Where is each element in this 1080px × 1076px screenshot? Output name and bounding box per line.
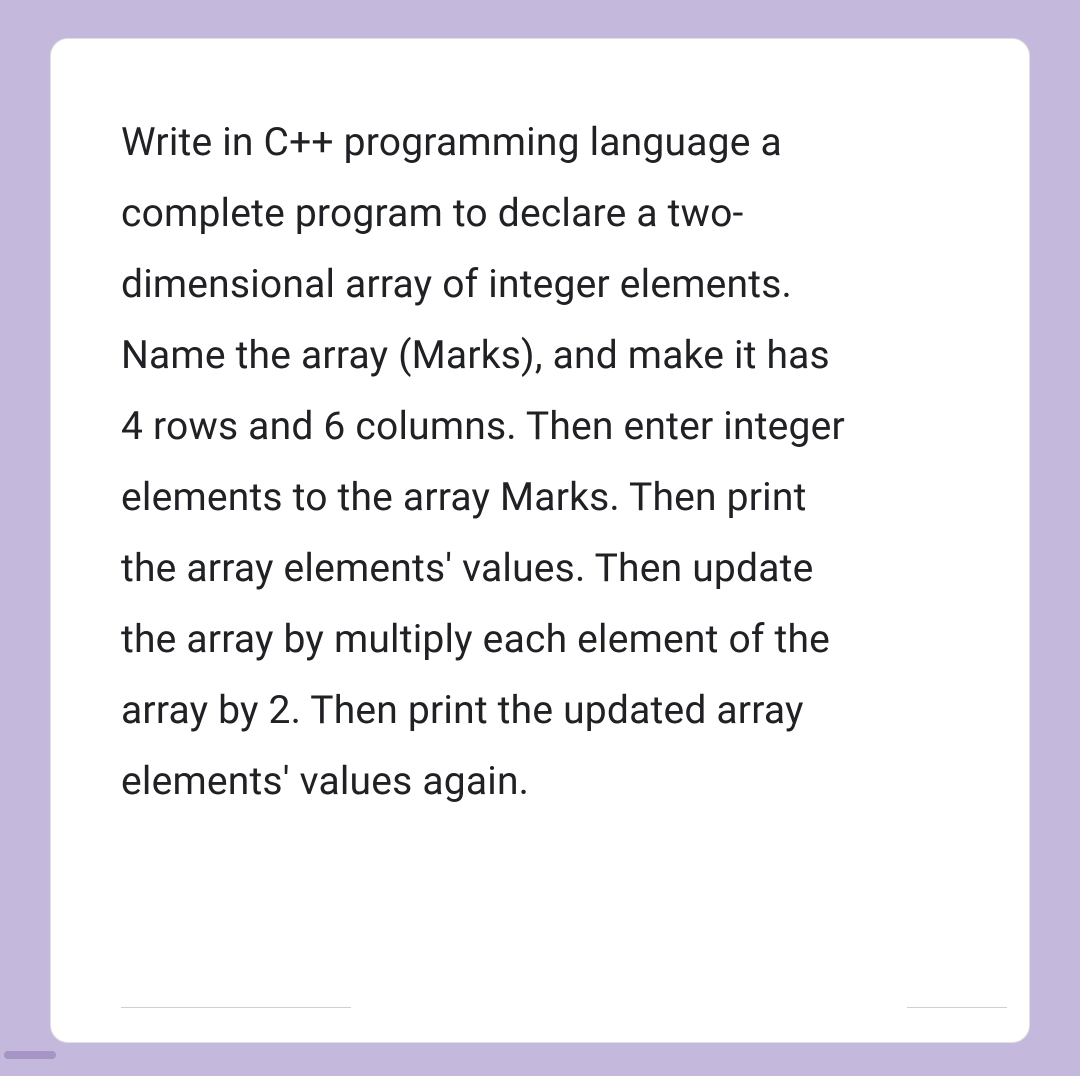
answer-underline-right — [907, 1007, 1007, 1008]
answer-underline-left — [121, 1007, 351, 1008]
decorative-marker — [4, 1051, 56, 1059]
question-card: Write in C++ programming language a comp… — [50, 38, 1030, 1043]
question-text: Write in C++ programming language a comp… — [121, 107, 861, 817]
